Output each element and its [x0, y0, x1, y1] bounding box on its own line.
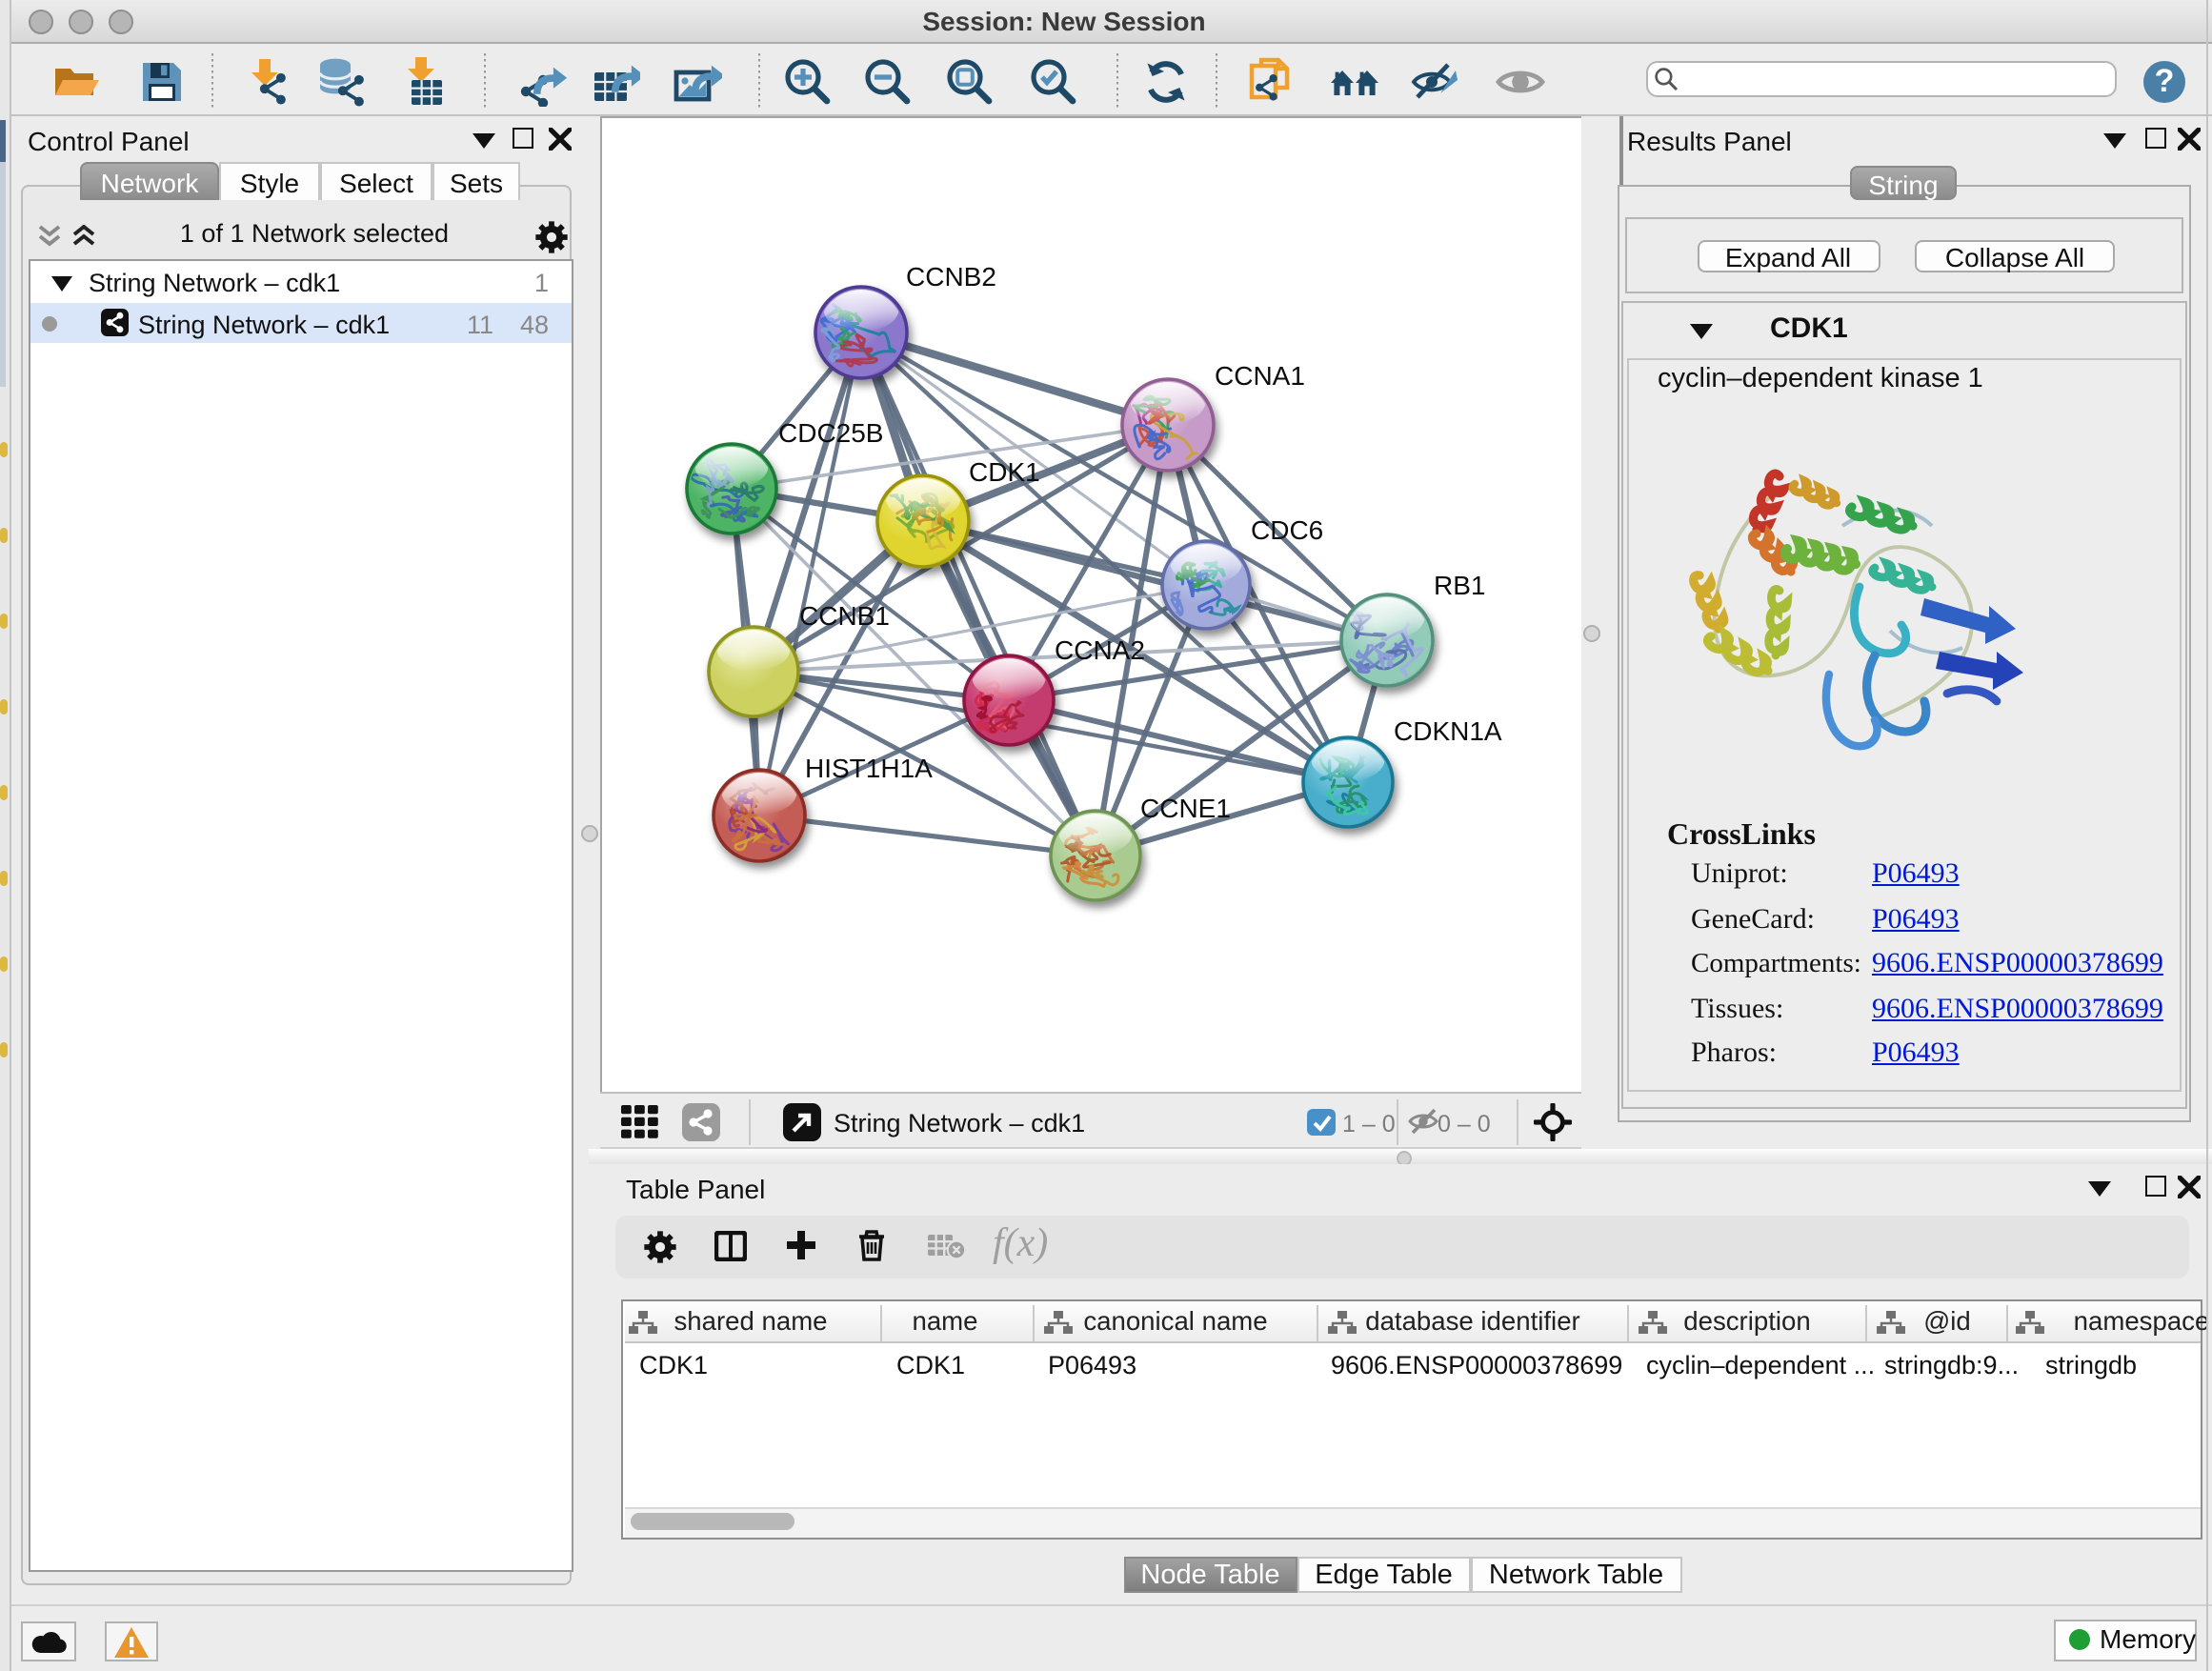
svg-text:CDK1: CDK1 [968, 457, 1039, 487]
svg-text:CCNB2: CCNB2 [905, 262, 995, 292]
svg-text:CCNB1: CCNB1 [798, 601, 889, 631]
svg-text:CCNA2: CCNA2 [1054, 635, 1144, 665]
svg-text:RB1: RB1 [1433, 571, 1484, 600]
svg-text:CDC6: CDC6 [1250, 515, 1322, 545]
svg-text:CCNE1: CCNE1 [1139, 794, 1230, 823]
svg-text:CCNA1: CCNA1 [1214, 361, 1304, 391]
svg-text:CDC25B: CDC25B [777, 418, 882, 448]
svg-text:CDKN1A: CDKN1A [1393, 716, 1501, 746]
svg-text:HIST1H1A: HIST1H1A [804, 754, 932, 783]
